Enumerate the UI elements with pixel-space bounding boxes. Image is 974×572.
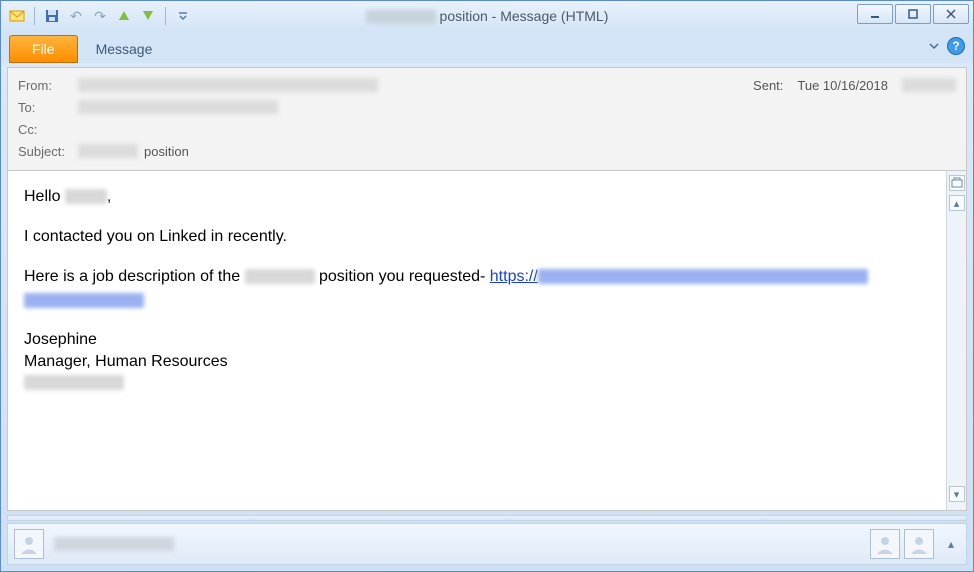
redacted-link-host — [538, 269, 868, 284]
redacted-link-path — [24, 293, 144, 308]
close-button[interactable] — [933, 4, 969, 24]
subject-row: Subject: position — [18, 140, 956, 162]
help-icon[interactable]: ? — [947, 37, 965, 55]
from-row: From: Sent: Tue 10/16/2018 — [18, 74, 956, 96]
window-title-suffix: position - Message (HTML) — [440, 8, 609, 24]
to-label: To: — [18, 100, 78, 115]
sent-label: Sent: — [753, 78, 783, 93]
redacted-sent-time — [902, 78, 956, 92]
collapse-ribbon-icon[interactable] — [927, 39, 941, 53]
line3-part-b: position you requested- — [315, 268, 490, 285]
undo-icon[interactable]: ↶ — [66, 6, 86, 26]
scroll-up-button[interactable]: ▴ — [949, 195, 965, 211]
contact-avatar-2[interactable] — [904, 529, 934, 559]
customize-qat-icon[interactable] — [173, 6, 193, 26]
people-pane: ▴ — [7, 523, 967, 565]
from-label: From: — [18, 78, 78, 93]
redacted-title-prefix — [366, 10, 436, 24]
subject-value-suffix: position — [144, 144, 189, 159]
body-line-2: I contacted you on Linked in recently. — [24, 225, 930, 249]
app-icon[interactable] — [7, 6, 27, 26]
signature-title: Manager, Human Resources — [24, 351, 930, 373]
to-row: To: — [18, 96, 956, 118]
expand-people-pane-icon[interactable]: ▴ — [942, 535, 960, 553]
subject-label: Subject: — [18, 144, 78, 159]
scroll-down-button[interactable]: ▾ — [949, 486, 965, 502]
related-toggle-icon[interactable] — [949, 175, 965, 191]
save-icon[interactable] — [42, 6, 62, 26]
redacted-from-value — [78, 78, 378, 92]
body-scroll-rail: ▴ ▾ — [946, 171, 966, 510]
message-body-frame: Hello , I contacted you on Linked in rec… — [7, 171, 967, 511]
file-tab[interactable]: File — [9, 35, 78, 63]
cc-row: Cc: — [18, 118, 956, 140]
next-item-icon[interactable] — [138, 6, 158, 26]
sender-avatar[interactable] — [14, 529, 44, 559]
redacted-position — [245, 269, 315, 284]
body-line-3: Here is a job description of the positio… — [24, 265, 930, 313]
link-prefix: https:// — [490, 268, 538, 285]
redacted-subject-prefix — [78, 144, 138, 158]
outlook-message-window: ↶ ↷ position - Message (HTML) — [0, 0, 974, 572]
signature-name: Josephine — [24, 329, 930, 351]
prev-item-icon[interactable] — [114, 6, 134, 26]
ribbon: File Message ? — [1, 31, 973, 63]
redacted-to-value — [78, 100, 278, 114]
message-header: From: Sent: Tue 10/16/2018 To: Cc: Subje… — [7, 67, 967, 171]
redo-icon[interactable]: ↷ — [90, 6, 110, 26]
redacted-signature-company — [24, 375, 124, 390]
redacted-sender-name — [54, 537, 174, 551]
contact-avatar-1[interactable] — [870, 529, 900, 559]
sent-date: Tue 10/16/2018 — [797, 78, 888, 93]
cc-label: Cc: — [18, 122, 78, 137]
title-bar: ↶ ↷ position - Message (HTML) — [1, 1, 973, 31]
greeting-prefix: Hello — [24, 188, 65, 205]
minimize-button[interactable] — [857, 4, 893, 24]
maximize-button[interactable] — [895, 4, 931, 24]
signature-block: Josephine Manager, Human Resources — [24, 329, 930, 394]
window-controls — [857, 4, 969, 24]
line3-part-a: Here is a job description of the — [24, 268, 245, 285]
message-tab[interactable]: Message — [78, 35, 171, 63]
qat-separator-2 — [165, 7, 166, 25]
greeting-suffix: , — [107, 188, 111, 205]
qat-separator — [34, 7, 35, 25]
greeting-line: Hello , — [24, 185, 930, 209]
people-pane-separator[interactable] — [7, 515, 967, 521]
quick-access-toolbar: ↶ ↷ — [1, 6, 193, 26]
message-body: Hello , I contacted you on Linked in rec… — [8, 171, 946, 510]
redacted-recipient-name — [65, 189, 107, 204]
